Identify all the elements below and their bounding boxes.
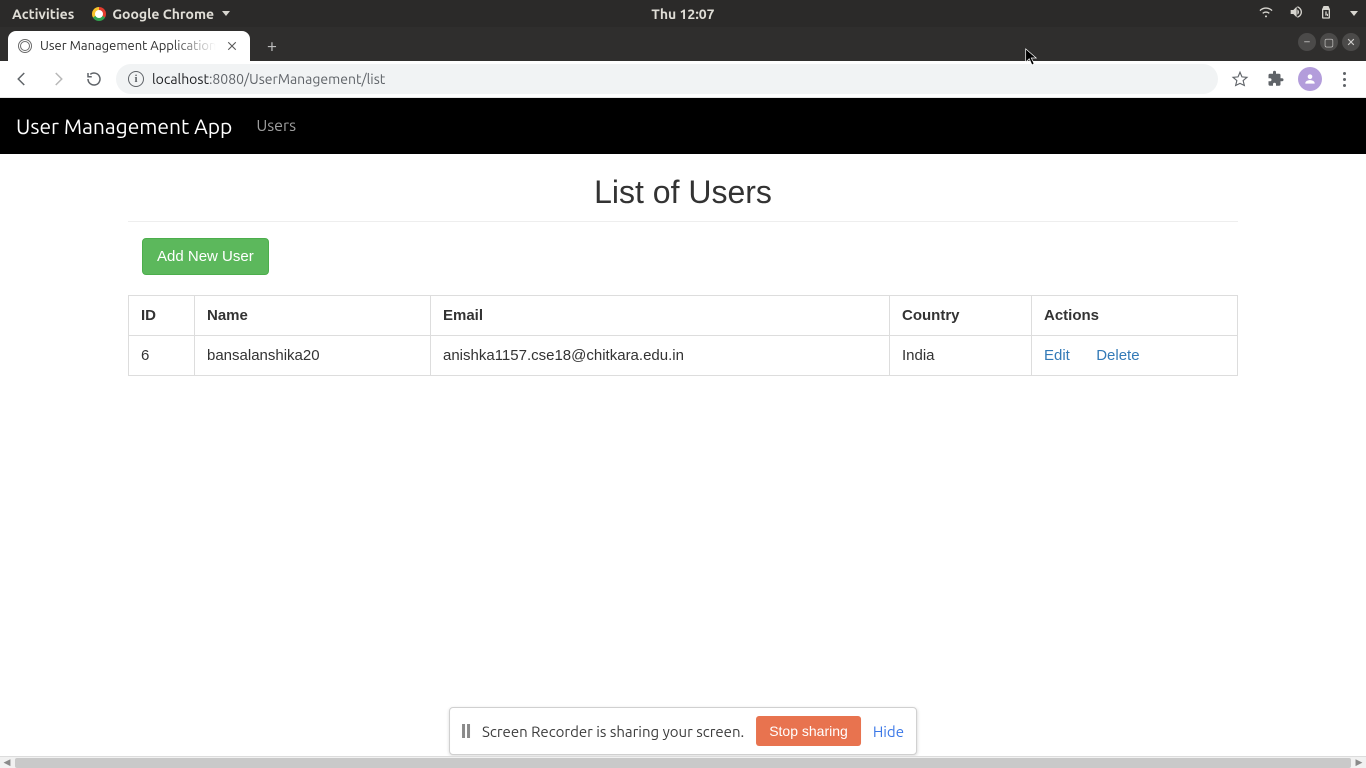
cell-country: India	[890, 336, 1032, 376]
bookmark-star-icon[interactable]	[1226, 65, 1254, 93]
th-actions: Actions	[1032, 296, 1238, 336]
chrome-toolbar: i localhost:8080/UserManagement/list	[0, 61, 1366, 98]
forward-button[interactable]	[44, 65, 72, 93]
th-country: Country	[890, 296, 1032, 336]
app-navbar: User Management App Users	[0, 98, 1366, 154]
system-menu-chevron-icon[interactable]	[1350, 11, 1358, 16]
window-maximize-button[interactable]: ▢	[1320, 33, 1338, 51]
page-container: List of Users Add New User ID Name Email…	[128, 174, 1238, 376]
clock[interactable]: Thu 12:07	[651, 6, 714, 22]
nav-link-users[interactable]: Users	[256, 117, 296, 135]
app-menu-label: Google Chrome	[112, 6, 214, 22]
new-tab-button[interactable]: +	[258, 32, 286, 60]
chevron-down-icon	[222, 11, 230, 16]
horizontal-scrollbar[interactable]: ◀ ▶	[0, 756, 1366, 768]
share-text: Screen Recorder is sharing your screen.	[482, 723, 744, 740]
navbar-brand[interactable]: User Management App	[16, 114, 232, 138]
power-icon[interactable]	[1318, 4, 1334, 23]
back-button[interactable]	[8, 65, 36, 93]
url-port: :8080	[209, 71, 244, 87]
scroll-left-arrow-icon[interactable]: ◀	[0, 757, 14, 768]
chrome-tabstrip: User Management Application + – ▢ ✕	[0, 27, 1366, 61]
users-table: ID Name Email Country Actions 6 bansalan…	[128, 295, 1238, 376]
volume-icon[interactable]	[1288, 4, 1304, 23]
cell-name: bansalanshika20	[195, 336, 431, 376]
site-info-icon[interactable]: i	[128, 71, 144, 87]
th-email: Email	[431, 296, 890, 336]
screen-share-bar: Screen Recorder is sharing your screen. …	[449, 707, 917, 755]
address-bar[interactable]: i localhost:8080/UserManagement/list	[116, 64, 1218, 94]
page-title: List of Users	[128, 174, 1238, 211]
hide-button[interactable]: Hide	[873, 723, 904, 740]
gnome-top-bar: Activities Google Chrome Thu 12:07	[0, 0, 1366, 27]
url-path: /UserManagement/list	[244, 71, 385, 87]
pause-icon	[462, 724, 470, 738]
globe-icon	[18, 39, 32, 53]
th-id: ID	[129, 296, 195, 336]
activities-button[interactable]: Activities	[8, 6, 78, 22]
edit-link[interactable]: Edit	[1044, 347, 1070, 364]
window-close-button[interactable]: ✕	[1342, 33, 1360, 51]
window-minimize-button[interactable]: –	[1298, 33, 1316, 51]
cell-email: anishka1157.cse18@chitkara.edu.in	[431, 336, 890, 376]
app-menu[interactable]: Google Chrome	[92, 6, 230, 22]
tab-close-button[interactable]	[224, 38, 240, 54]
cell-actions: Edit Delete	[1032, 336, 1238, 376]
reload-button[interactable]	[80, 65, 108, 93]
scroll-right-arrow-icon[interactable]: ▶	[1352, 757, 1366, 768]
profile-avatar[interactable]	[1298, 67, 1322, 91]
add-user-button[interactable]: Add New User	[142, 238, 269, 275]
table-row: 6 bansalanshika20 anishka1157.cse18@chit…	[129, 336, 1238, 376]
wifi-icon[interactable]	[1258, 4, 1274, 23]
table-header-row: ID Name Email Country Actions	[129, 296, 1238, 336]
browser-tab[interactable]: User Management Application	[8, 31, 250, 61]
url-host: localhost	[152, 71, 209, 87]
extensions-icon[interactable]	[1262, 65, 1290, 93]
delete-link[interactable]: Delete	[1096, 347, 1139, 364]
tab-title: User Management Application	[40, 39, 216, 53]
chrome-icon	[92, 7, 106, 21]
chrome-menu-button[interactable]	[1330, 65, 1358, 93]
divider	[128, 221, 1238, 222]
th-name: Name	[195, 296, 431, 336]
scrollbar-track[interactable]	[15, 758, 1351, 768]
stop-sharing-button[interactable]: Stop sharing	[756, 716, 861, 746]
cell-id: 6	[129, 336, 195, 376]
